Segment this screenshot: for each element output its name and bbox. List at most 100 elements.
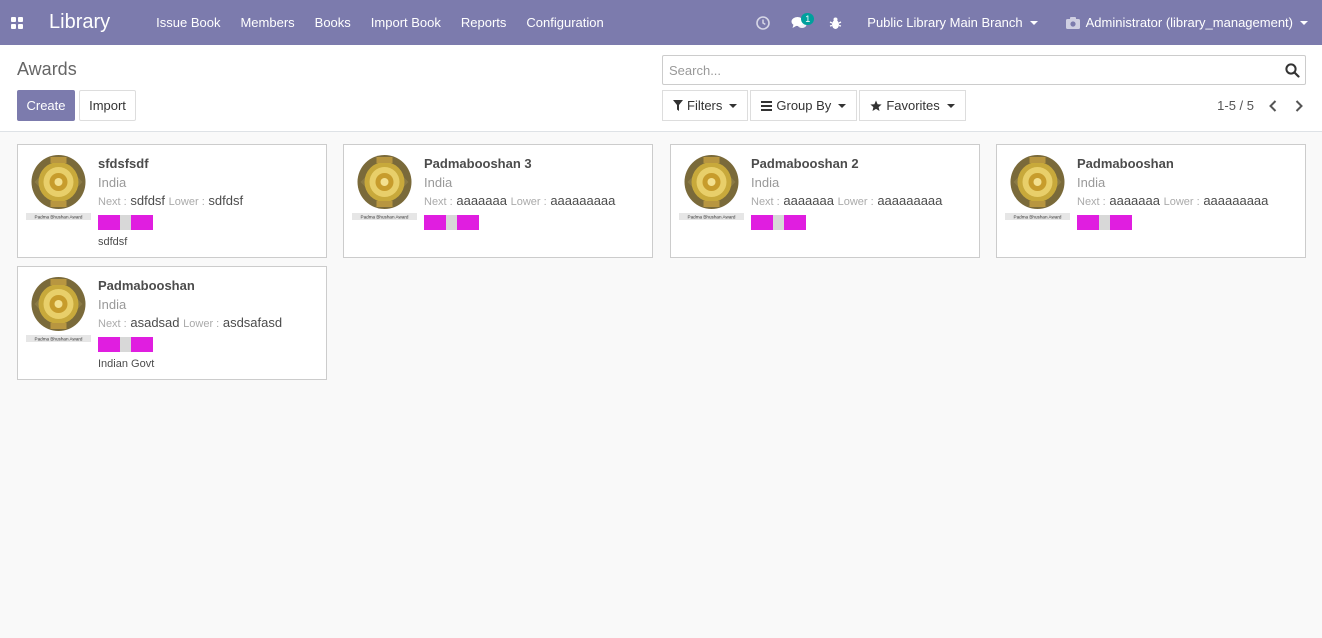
menu-import-book[interactable]: Import Book — [361, 0, 451, 45]
groupby-dropdown[interactable]: Group By — [750, 90, 858, 121]
award-title: Padmabooshan — [1077, 156, 1174, 171]
groupby-label: Group By — [776, 98, 832, 113]
award-title: sfdsfsdf — [98, 156, 149, 171]
page-title: Awards — [17, 59, 77, 79]
award-title: Padmabooshan — [98, 278, 195, 293]
lower-label: Lower : — [168, 196, 205, 208]
favorites-dropdown[interactable]: Favorites — [859, 90, 966, 121]
medal-caption: Padma Bhushan Award — [361, 214, 409, 219]
menu-books[interactable]: Books — [305, 0, 361, 45]
award-country: India — [424, 175, 453, 190]
lower-label: Lower : — [183, 318, 220, 330]
menu-issue-book[interactable]: Issue Book — [146, 0, 230, 45]
padma-bhushan-medal-image: Padma Bhushan Award — [1005, 153, 1070, 223]
lower-label: Lower : — [837, 196, 874, 208]
list-icon — [761, 100, 773, 111]
filter-icon — [673, 100, 683, 111]
card-body: Padmabooshan India Next : aaaaaaa Lower … — [1077, 156, 1299, 230]
search-options: Filters Group By Favorites — [662, 90, 968, 121]
award-next-lower: Next : sdfdsf Lower : sdfdsf — [98, 193, 320, 210]
padma-bhushan-medal-image: Padma Bhushan Award — [679, 153, 744, 223]
pager-next-icon[interactable] — [1286, 90, 1312, 121]
messages-count-badge: 1 — [801, 13, 815, 25]
control-panel: Awards Create Import Filters Group By Fa… — [0, 45, 1322, 132]
award-extra: Indian Govt — [98, 358, 155, 370]
award-next-lower: Next : aaaaaaa Lower : aaaaaaaaa — [751, 193, 973, 210]
next-label: Next : — [1077, 196, 1106, 208]
company-name: Public Library Main Branch — [867, 15, 1023, 30]
kanban-view: Padma Bhushan Award sfdsfsdf India Next … — [0, 132, 1322, 638]
activity-clock-icon[interactable] — [745, 0, 781, 45]
award-card[interactable]: Padma Bhushan Award Padmabooshan India N… — [996, 144, 1306, 258]
padma-bhushan-medal-image: Padma Bhushan Award — [26, 153, 91, 223]
card-body: Padmabooshan India Next : asadsad Lower … — [98, 278, 320, 370]
chevron-down-icon — [729, 103, 738, 108]
next-value: asadsad — [130, 315, 180, 330]
user-avatar-icon — [1065, 16, 1080, 29]
next-value: sdfdsf — [130, 193, 166, 208]
company-switcher[interactable]: Public Library Main Branch — [853, 15, 1051, 30]
search-input[interactable] — [663, 56, 1279, 84]
pager: 1-5 / 5 — [1217, 90, 1312, 121]
award-extra: sdfdsf — [98, 236, 128, 248]
menu-members[interactable]: Members — [230, 0, 304, 45]
award-next-lower: Next : aaaaaaa Lower : aaaaaaaaa — [424, 193, 646, 210]
card-body: sfdsfsdf India Next : sdfdsf Lower : sdf… — [98, 156, 320, 248]
lower-value: aaaaaaaaa — [877, 193, 943, 208]
top-menu: Issue Book Members Books Import Book Rep… — [146, 0, 614, 45]
chevron-down-icon — [1029, 20, 1038, 25]
next-value: aaaaaaa — [783, 193, 834, 208]
award-next-lower: Next : aaaaaaa Lower : aaaaaaaaa — [1077, 193, 1299, 210]
card-body: Padmabooshan 3 India Next : aaaaaaa Lowe… — [424, 156, 646, 230]
award-card[interactable]: Padma Bhushan Award Padmabooshan 3 India… — [343, 144, 653, 258]
lower-label: Lower : — [510, 196, 547, 208]
padma-bhushan-medal-image: Padma Bhushan Award — [26, 275, 91, 345]
app-brand[interactable]: Library — [49, 11, 110, 34]
menu-reports[interactable]: Reports — [451, 0, 517, 45]
debug-bug-icon[interactable] — [817, 0, 853, 45]
create-button[interactable]: Create — [17, 90, 75, 121]
medal-caption: Padma Bhushan Award — [35, 336, 83, 341]
lower-value: sdfdsf — [208, 193, 244, 208]
pager-previous-icon[interactable] — [1260, 90, 1286, 121]
main-navbar: Library Issue Book Members Books Import … — [0, 0, 1322, 45]
medal-caption: Padma Bhushan Award — [1014, 214, 1062, 219]
lower-value: aaaaaaaaa — [1203, 193, 1269, 208]
favorites-label: Favorites — [886, 98, 940, 113]
apps-menu-icon[interactable] — [0, 0, 34, 45]
card-body: Padmabooshan 2 India Next : aaaaaaa Lowe… — [751, 156, 973, 230]
pager-value[interactable]: 1-5 / 5 — [1217, 98, 1254, 113]
search-icon[interactable] — [1279, 62, 1305, 78]
award-card[interactable]: Padma Bhushan Award Padmabooshan India N… — [17, 266, 327, 380]
lower-value: asdsafasd — [222, 315, 283, 330]
lower-value: aaaaaaaaa — [550, 193, 616, 208]
next-label: Next : — [424, 196, 453, 208]
next-label: Next : — [98, 196, 127, 208]
filters-label: Filters — [687, 98, 723, 113]
next-label: Next : — [98, 318, 127, 330]
award-country: India — [98, 297, 127, 312]
padma-bhushan-medal-image: Padma Bhushan Award — [352, 153, 417, 223]
color-tags — [424, 215, 646, 230]
color-tags — [98, 337, 320, 352]
star-icon — [870, 100, 882, 112]
award-card[interactable]: Padma Bhushan Award Padmabooshan 2 India… — [670, 144, 980, 258]
search-bar — [662, 55, 1306, 85]
color-tags — [1077, 215, 1299, 230]
color-tags — [98, 215, 320, 230]
navbar-systray: 1 Public Library Main Branch Administrat… — [745, 0, 1322, 45]
filters-dropdown[interactable]: Filters — [662, 90, 749, 121]
next-label: Next : — [751, 196, 780, 208]
award-country: India — [98, 175, 127, 190]
lower-label: Lower : — [1163, 196, 1200, 208]
award-next-lower: Next : asadsad Lower : asdsafasd — [98, 315, 320, 332]
menu-configuration[interactable]: Configuration — [516, 0, 613, 45]
import-button[interactable]: Import — [79, 90, 136, 121]
award-card[interactable]: Padma Bhushan Award sfdsfsdf India Next … — [17, 144, 327, 258]
user-menu[interactable]: Administrator (library_management) — [1052, 15, 1322, 30]
color-tags — [751, 215, 973, 230]
next-value: aaaaaaa — [1109, 193, 1160, 208]
award-country: India — [751, 175, 780, 190]
messaging-chat-icon[interactable]: 1 — [781, 0, 817, 45]
medal-caption: Padma Bhushan Award — [35, 214, 83, 219]
